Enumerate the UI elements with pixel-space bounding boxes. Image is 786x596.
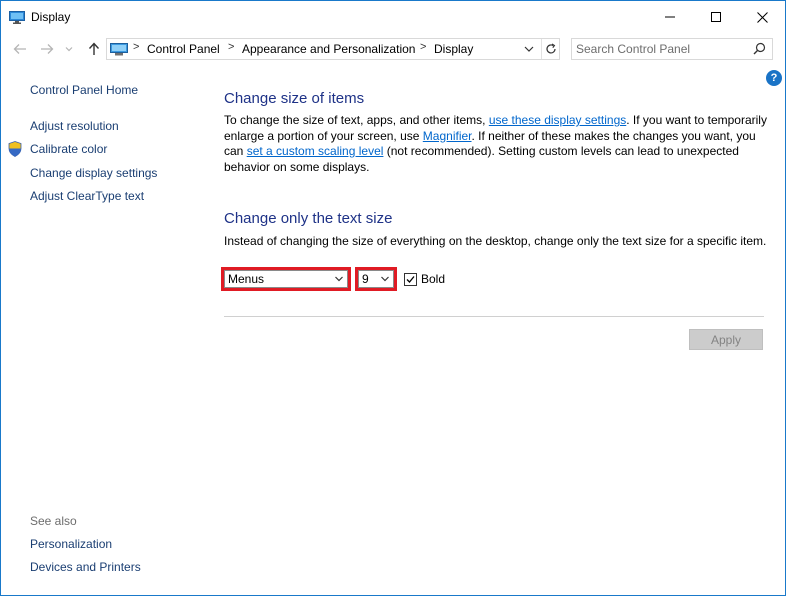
breadcrumb-control-panel[interactable]: Control Panel xyxy=(147,42,220,56)
back-arrow-icon xyxy=(13,44,26,54)
breadcrumb-appearance-and-personalization[interactable]: Appearance and Personalization xyxy=(242,42,415,56)
refresh-icon xyxy=(546,43,556,54)
recent-locations-button[interactable] xyxy=(63,40,75,58)
text-item-select-value: Menus xyxy=(228,272,265,286)
text-item-select-field[interactable]: Menus xyxy=(224,270,348,288)
forward-arrow-icon xyxy=(41,44,54,54)
help-button[interactable]: ? xyxy=(766,70,782,86)
uac-shield-icon xyxy=(8,141,22,160)
minimize-button[interactable] xyxy=(647,1,693,33)
breadcrumb-separator-icon[interactable]: > xyxy=(228,41,234,53)
change-text-size-description: Instead of changing the size of everythi… xyxy=(224,234,767,248)
font-size-select-field[interactable]: 9 xyxy=(358,270,394,288)
calibrate-color-link[interactable]: Calibrate color xyxy=(30,142,107,156)
font-size-select[interactable]: 9 xyxy=(355,267,397,291)
adjust-resolution-link[interactable]: Adjust resolution xyxy=(30,119,119,133)
search-input[interactable] xyxy=(576,41,746,57)
address-bar[interactable]: > Control Panel > Appearance and Persona… xyxy=(106,38,560,60)
window-title: Display xyxy=(31,10,71,24)
apply-button[interactable]: Apply xyxy=(689,329,763,350)
checkmark-icon xyxy=(406,276,415,283)
breadcrumb-separator-icon[interactable]: > xyxy=(133,41,139,53)
breadcrumb-separator-icon[interactable]: > xyxy=(420,41,426,53)
text-item-select[interactable]: Menus xyxy=(221,267,351,291)
address-history-dropdown[interactable] xyxy=(521,42,537,56)
magnifier-link[interactable]: Magnifier xyxy=(423,129,472,143)
bold-checkbox[interactable] xyxy=(404,273,417,286)
back-button[interactable] xyxy=(11,40,29,58)
set-custom-scaling-level-link[interactable]: set a custom scaling level xyxy=(247,144,384,158)
change-size-description: To change the size of text, apps, and ot… xyxy=(224,113,769,175)
maximize-button[interactable] xyxy=(693,1,739,33)
search-box[interactable] xyxy=(571,38,773,60)
change-display-settings-link[interactable]: Change display settings xyxy=(30,166,157,180)
use-these-display-settings-link[interactable]: use these display settings xyxy=(489,113,626,127)
adjust-cleartype-text-link[interactable]: Adjust ClearType text xyxy=(30,189,144,203)
change-size-of-items-heading: Change size of items xyxy=(224,90,365,107)
see-also-label: See also xyxy=(30,514,77,528)
control-panel-icon xyxy=(110,43,128,59)
title-bar[interactable]: Display xyxy=(1,1,785,33)
chevron-down-icon xyxy=(65,47,73,52)
search-icon[interactable] xyxy=(753,42,766,58)
forward-button[interactable] xyxy=(38,40,56,58)
description-text: To change the size of text, apps, and ot… xyxy=(224,113,489,127)
chevron-down-icon xyxy=(524,46,534,52)
up-button[interactable] xyxy=(85,40,103,58)
font-size-select-value: 9 xyxy=(362,272,369,286)
chevron-down-icon[interactable] xyxy=(380,273,390,288)
bold-checkbox-label[interactable]: Bold xyxy=(421,272,445,286)
display-app-icon xyxy=(9,11,25,24)
personalization-link[interactable]: Personalization xyxy=(30,537,112,551)
display-window: Display > Control Panel > Appearance and… xyxy=(0,0,786,596)
devices-and-printers-link[interactable]: Devices and Printers xyxy=(30,560,141,574)
change-only-text-size-heading: Change only the text size xyxy=(224,210,393,227)
divider xyxy=(224,316,764,317)
control-panel-home-link[interactable]: Control Panel Home xyxy=(30,83,138,97)
chevron-down-icon[interactable] xyxy=(334,273,344,288)
up-arrow-icon xyxy=(88,42,100,55)
close-button[interactable] xyxy=(739,1,785,33)
refresh-button[interactable] xyxy=(541,39,560,59)
breadcrumb-display[interactable]: Display xyxy=(434,42,473,56)
